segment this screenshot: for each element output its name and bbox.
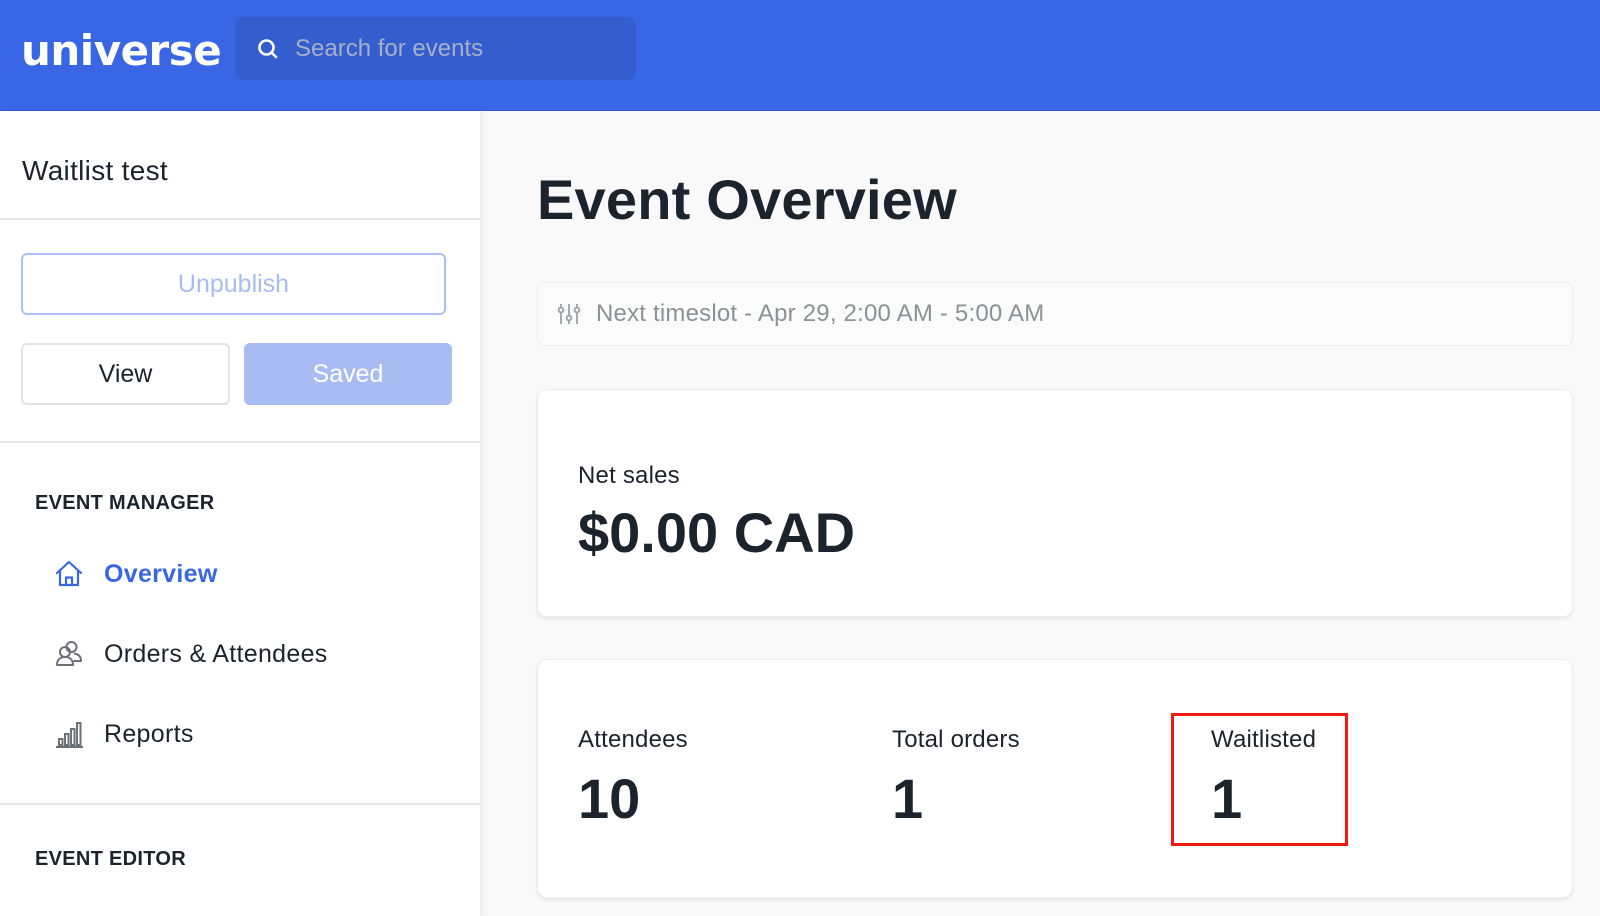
sidebar-item-label: Orders & Attendees [104, 639, 328, 668]
bar-chart-icon [52, 717, 86, 751]
main-content: Event Overview Next timeslot - Apr 29, 2… [481, 111, 1600, 916]
net-sales-label: Net sales [578, 462, 680, 489]
top-header: universe [0, 0, 1600, 111]
net-sales-value: $0.00 CAD [578, 501, 856, 564]
sidebar-item-overview[interactable]: Overview [52, 552, 452, 596]
search-icon [258, 39, 278, 59]
home-icon [52, 557, 86, 591]
attendees-value: 10 [578, 767, 641, 830]
divider [0, 441, 481, 443]
universe-logo[interactable]: universe [21, 24, 222, 78]
timeslot-text: Next timeslot - Apr 29, 2:00 AM - 5:00 A… [596, 300, 1045, 327]
view-button[interactable]: View [21, 343, 230, 405]
sidebar-item-label: Overview [104, 559, 218, 588]
page-title: Event Overview [537, 168, 957, 231]
search-bar[interactable] [235, 17, 636, 80]
sliders-icon [557, 304, 581, 324]
waitlisted-value: 1 [1211, 767, 1243, 830]
attendees-label: Attendees [578, 726, 688, 753]
sidebar-item-label: Reports [104, 719, 194, 748]
divider [0, 803, 481, 805]
waitlisted-label: Waitlisted [1211, 726, 1317, 753]
timeslot-selector[interactable]: Next timeslot - Apr 29, 2:00 AM - 5:00 A… [537, 282, 1573, 346]
divider [0, 218, 481, 220]
section-label-event-editor: EVENT EDITOR [35, 848, 187, 870]
sidebar-item-orders-attendees[interactable]: Orders & Attendees [52, 632, 452, 676]
stats-card: Attendees 10 Total orders 1 Waitlisted 1 [537, 659, 1573, 898]
users-icon [52, 637, 86, 671]
unpublish-button[interactable]: Unpublish [21, 253, 446, 315]
search-input[interactable] [295, 17, 625, 80]
event-name: Waitlist test [22, 155, 168, 186]
net-sales-card: Net sales $0.00 CAD [537, 389, 1573, 617]
total-orders-value: 1 [892, 767, 924, 830]
sidebar-item-reports[interactable]: Reports [52, 712, 452, 756]
sidebar: Waitlist test Unpublish View Saved EVENT… [0, 111, 481, 916]
total-orders-label: Total orders [892, 726, 1020, 753]
saved-button[interactable]: Saved [244, 343, 452, 405]
section-label-event-manager: EVENT MANAGER [35, 492, 215, 514]
